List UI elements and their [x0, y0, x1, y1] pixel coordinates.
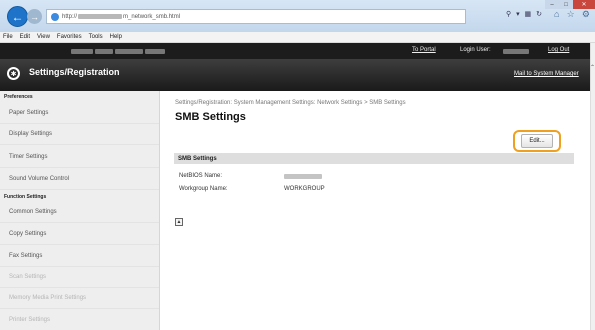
app-header: ✱ Settings/Registration Mail to System M… — [0, 59, 590, 91]
to-portal-link[interactable]: To Portal — [412, 47, 436, 53]
menu-help[interactable]: Help — [110, 34, 122, 40]
sidebar-item-timer-settings[interactable]: Timer Settings — [0, 147, 159, 168]
login-user-redacted — [503, 49, 529, 54]
sidebar-item-sound-volume[interactable]: Sound Volume Control — [0, 169, 159, 190]
url-suffix: m_network_smb.html — [123, 13, 181, 20]
device-header-bar: To Portal Login User: Log Out — [0, 43, 590, 59]
browser-toolbar-icons: ⌂ ☆ ⚙ — [554, 9, 590, 20]
login-user-label: Login User: — [460, 47, 491, 53]
logout-link[interactable]: Log Out — [548, 47, 569, 53]
minimize-button[interactable]: – — [545, 0, 559, 9]
vertical-scrollbar[interactable] — [590, 43, 595, 330]
workgroup-name-label: Workgroup Name: — [179, 186, 228, 192]
menu-edit[interactable]: Edit — [20, 34, 30, 40]
page-title: SMB Settings — [175, 111, 246, 123]
address-bar[interactable]: http:// m_network_smb.html — [46, 9, 466, 24]
sidebar-item-display-settings[interactable]: Display Settings — [0, 124, 159, 145]
netbios-name-label: NetBIOS Name: — [179, 173, 223, 179]
close-window-button[interactable]: ✕ — [573, 0, 595, 9]
sidebar-item-printer-settings[interactable]: Printer Settings — [0, 310, 159, 330]
address-tools: ⚲ ▾ ▦ ↻ — [506, 10, 542, 18]
scroll-up-icon[interactable]: ⌃ — [590, 64, 595, 71]
sidebar: Preferences Paper Settings Display Setti… — [0, 91, 160, 330]
star-icon[interactable]: ☆ — [567, 9, 575, 20]
home-icon[interactable]: ⌂ — [554, 9, 559, 20]
menu-file[interactable]: File — [3, 34, 13, 40]
menu-tools[interactable]: Tools — [89, 34, 103, 40]
device-name-redacted — [70, 49, 166, 54]
back-arrow-icon: ← — [11, 9, 24, 24]
globe-icon — [51, 12, 59, 21]
back-button[interactable]: ← — [7, 6, 28, 27]
sidebar-item-memory-media-print[interactable]: Memory Media Print Settings — [0, 288, 159, 309]
menu-view[interactable]: View — [37, 34, 50, 40]
app-title: Settings/Registration — [29, 67, 120, 77]
dropdown-icon[interactable]: ▾ — [516, 10, 520, 18]
browser-menubar: File Edit View Favorites Tools Help — [0, 32, 595, 43]
sidebar-heading-preferences: Preferences — [4, 94, 33, 100]
browser-titlebar: ← → http:// m_network_smb.html ⚲ ▾ ▦ ↻ ⌂… — [0, 0, 595, 32]
url-redacted — [78, 14, 123, 19]
gear-icon[interactable]: ⚙ — [582, 9, 590, 20]
sidebar-item-common-settings[interactable]: Common Settings — [0, 202, 159, 223]
mail-to-system-manager-link[interactable]: Mail to System Manager — [514, 71, 579, 77]
workgroup-name-value: WORKGROUP — [284, 186, 325, 192]
settings-icon: ✱ — [7, 67, 20, 80]
refresh-icon[interactable]: ↻ — [536, 10, 542, 18]
sidebar-item-copy-settings[interactable]: Copy Settings — [0, 224, 159, 245]
search-icon[interactable]: ⚲ — [506, 10, 511, 18]
maximize-button[interactable]: □ — [559, 0, 573, 9]
sidebar-heading-function-settings: Function Settings — [4, 194, 47, 200]
breadcrumb: Settings/Registration: System Management… — [175, 100, 406, 106]
back-to-top-icon[interactable]: ▲ — [175, 218, 183, 226]
forward-arrow-icon: → — [30, 11, 39, 22]
menu-favorites[interactable]: Favorites — [57, 34, 82, 40]
forward-button[interactable]: → — [27, 9, 42, 24]
sidebar-item-scan-settings[interactable]: Scan Settings — [0, 267, 159, 288]
section-header: SMB Settings — [174, 153, 574, 164]
edit-button[interactable]: Edit... — [521, 134, 553, 148]
compat-icon[interactable]: ▦ — [525, 10, 532, 18]
sidebar-item-fax-settings[interactable]: Fax Settings — [0, 246, 159, 267]
netbios-name-value-redacted — [284, 174, 322, 179]
sidebar-item-paper-settings[interactable]: Paper Settings — [0, 103, 159, 124]
url-prefix: http:// — [62, 13, 78, 20]
